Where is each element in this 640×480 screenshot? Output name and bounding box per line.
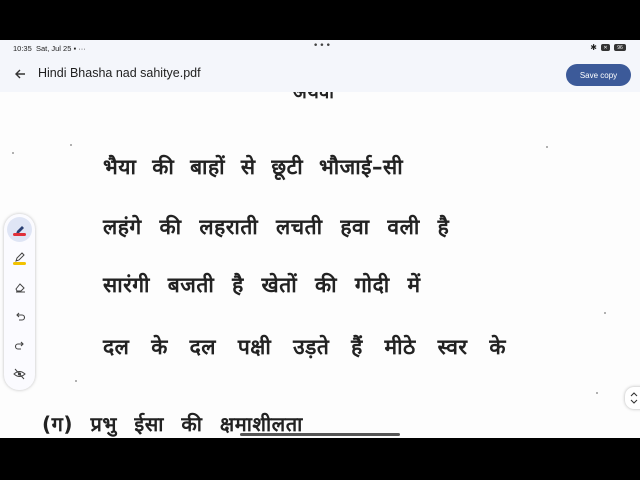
hide-annotations-button[interactable] (7, 361, 32, 386)
eraser-icon (14, 282, 25, 292)
multitask-dots[interactable]: ••• (313, 41, 332, 51)
scan-speck (604, 312, 606, 314)
eraser-tool[interactable] (7, 274, 32, 299)
redo-button[interactable] (7, 332, 32, 357)
arrow-left-icon (15, 69, 25, 79)
undo-button[interactable] (7, 303, 32, 328)
status-bar: 10:35 Sat, Jul 25 ▪ ··· ••• ✱ ✕ 96 (0, 40, 640, 56)
doc-line-heading: अथवा (293, 92, 335, 103)
highlighter-icon (14, 251, 25, 262)
battery-icon: 96 (614, 44, 626, 51)
app-bar: Hindi Bhasha nad sahitye.pdf Save copy (0, 56, 640, 92)
pdf-page[interactable]: अथवा भैया की बाहों से छूटी भौजाई–सी लहंग… (0, 92, 640, 438)
pen-color-swatch (13, 233, 26, 236)
scan-speck (546, 146, 548, 148)
highlighter-tool[interactable] (7, 244, 32, 269)
back-button[interactable] (10, 64, 30, 84)
hide-annotations-icon (13, 368, 26, 379)
doc-line-2: लहंगे की लहराती लचती हवा वली है (103, 215, 450, 239)
bluetooth-icon: ✱ (590, 43, 597, 52)
doc-line-1: भैया की बाहों से छूटी भौजाई–सी (103, 155, 404, 179)
scan-speck (12, 152, 14, 154)
doc-line-3: सारंगी बजती है खेतों की गोदी में (103, 273, 421, 297)
scan-speck (596, 392, 598, 394)
scan-speck (75, 380, 77, 382)
pen-tool[interactable] (7, 217, 32, 242)
app-screen: 10:35 Sat, Jul 25 ▪ ··· ••• ✱ ✕ 96 Hindi… (0, 40, 640, 438)
status-time: 10:35 Sat, Jul 25 ▪ ··· (13, 44, 86, 53)
home-indicator[interactable] (240, 433, 400, 436)
doc-line-4: दल के दल पक्षी उड़ते हैं मीठे स्वर के (103, 335, 506, 359)
document-title: Hindi Bhasha nad sahitye.pdf (38, 66, 201, 80)
scan-speck (70, 144, 72, 146)
status-icons: ✱ ✕ 96 (590, 43, 626, 52)
chevron-up-down-icon (630, 392, 638, 404)
undo-icon (15, 312, 25, 321)
highlighter-color-swatch (13, 262, 26, 265)
redo-icon (14, 341, 24, 350)
mute-icon: ✕ (601, 44, 610, 51)
annotation-toolbar (4, 214, 35, 390)
save-copy-button[interactable]: Save copy (566, 64, 631, 86)
fast-scroll-handle[interactable] (625, 387, 640, 409)
